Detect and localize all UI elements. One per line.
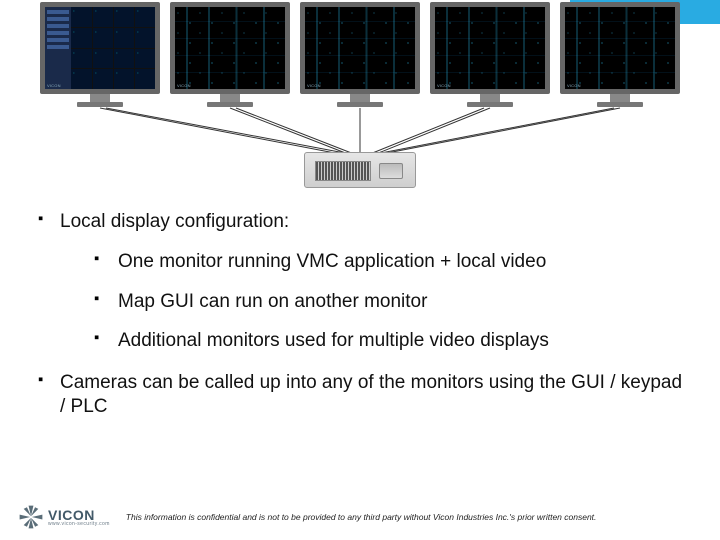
bullet-l2: Additional monitors used for multiple vi… [88, 329, 690, 353]
bullet-text: One monitor running VMC application + lo… [118, 251, 546, 272]
monitor-video: VICON [430, 2, 550, 108]
system-diagram: VICON VICON VICON VICON VICON [40, 2, 680, 192]
monitor-video: VICON [560, 2, 680, 108]
monitor-brand-label: VICON [177, 83, 191, 88]
bullet-l1: Local display configuration: One monitor… [30, 210, 690, 353]
logo-mark-icon [18, 504, 44, 530]
footer: VICON www.vicon-security.com This inform… [18, 504, 702, 530]
monitor-brand-label: VICON [47, 83, 61, 88]
monitor-brand-label: VICON [307, 83, 321, 88]
monitor-video: VICON [170, 2, 290, 108]
monitor-row: VICON VICON VICON VICON VICON [40, 2, 680, 108]
brand-logo: VICON www.vicon-security.com [18, 504, 110, 530]
slide: VICON VICON VICON VICON VICON [0, 0, 720, 540]
monitor-vmc: VICON [40, 2, 160, 108]
monitor-brand-label: VICON [567, 83, 581, 88]
monitor-video: VICON [300, 2, 420, 108]
bullet-text: Cameras can be called up into any of the… [60, 372, 682, 417]
bullet-l1: Cameras can be called up into any of the… [30, 371, 690, 419]
logo-brand-text: VICON [48, 508, 110, 522]
bullet-l2: One monitor running VMC application + lo… [88, 250, 690, 274]
bullet-l2: Map GUI can run on another monitor [88, 290, 690, 314]
confidentiality-notice: This information is confidential and is … [126, 512, 702, 522]
monitor-brand-label: VICON [437, 83, 451, 88]
logo-site-text: www.vicon-security.com [48, 522, 110, 527]
bullet-text: Local display configuration: [60, 211, 289, 232]
bullet-text: Additional monitors used for multiple vi… [118, 330, 549, 351]
bullet-content: Local display configuration: One monitor… [30, 210, 690, 437]
server-rack-icon [304, 152, 416, 188]
bullet-text: Map GUI can run on another monitor [118, 291, 427, 312]
